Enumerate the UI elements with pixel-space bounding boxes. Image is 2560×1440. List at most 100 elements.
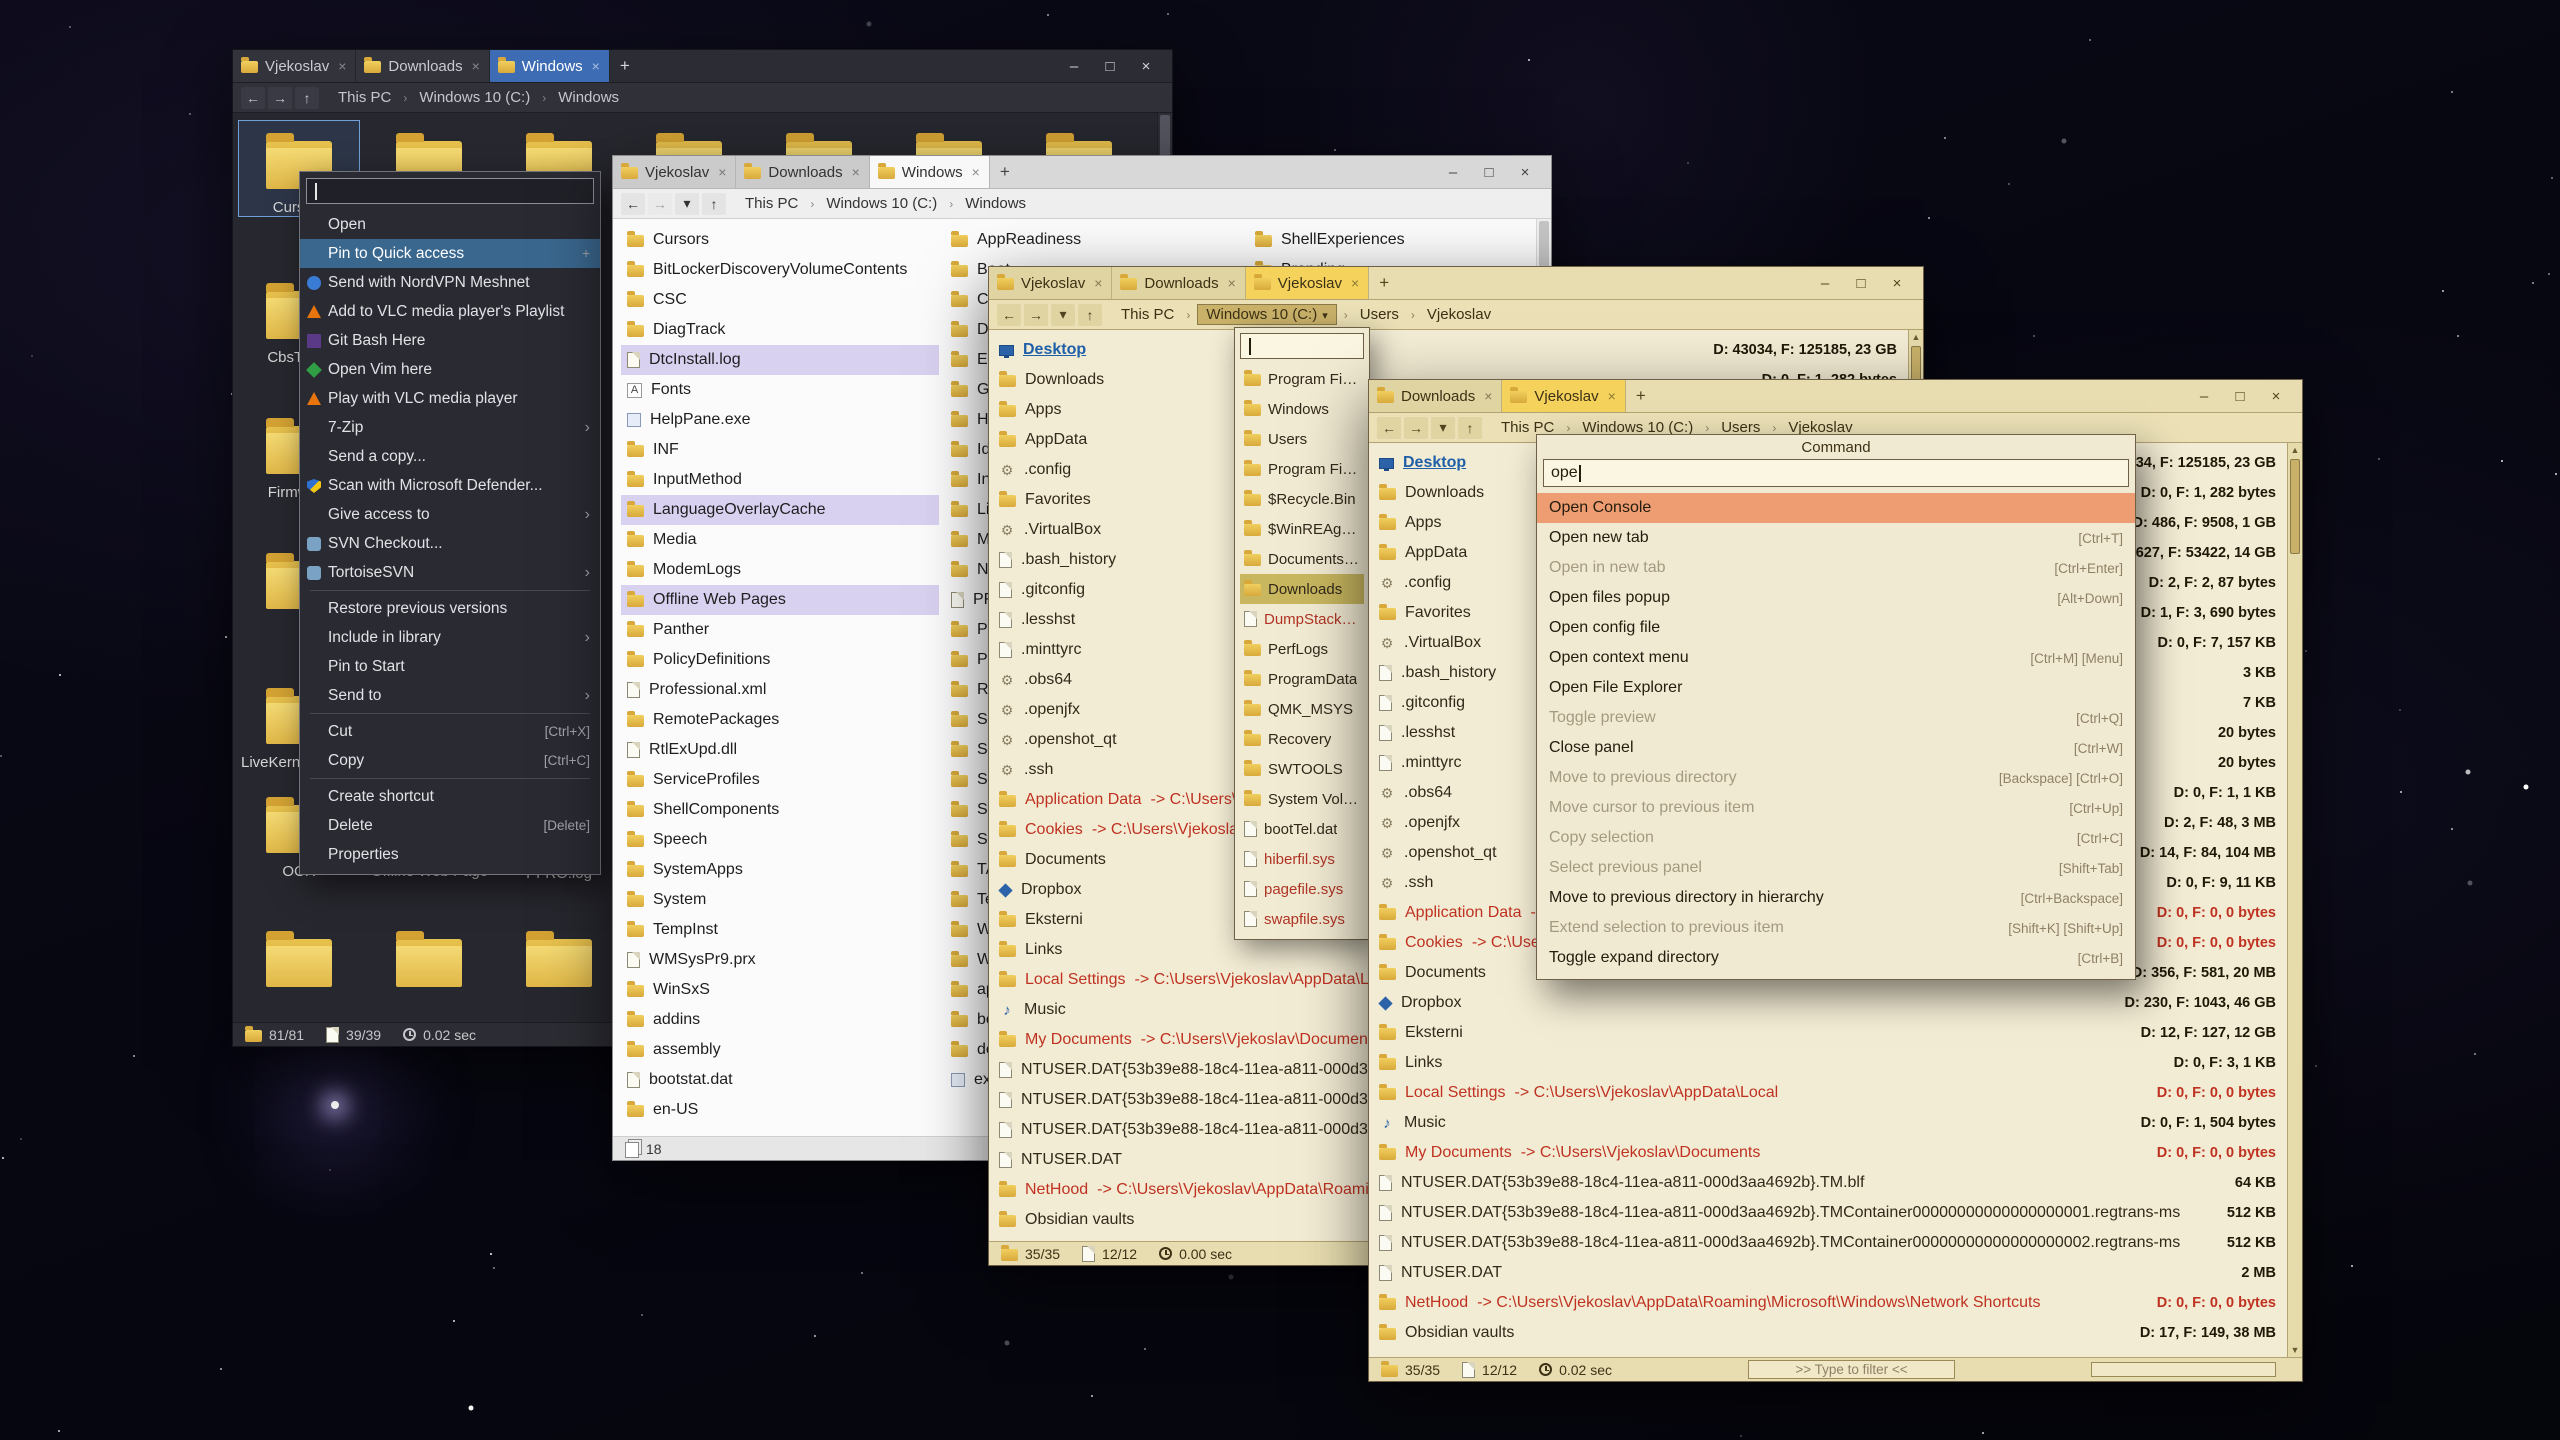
tab-close-icon[interactable]: ×: [1094, 275, 1102, 291]
maximize-button[interactable]: □: [1471, 164, 1507, 181]
maximize-button[interactable]: □: [1092, 58, 1128, 75]
dropdown-item-recycle-bin[interactable]: $Recycle.Bin: [1240, 484, 1364, 514]
command-move-to-previous-directory[interactable]: Move to previous directory[Backspace] [C…: [1537, 763, 2135, 793]
file-row-eksterni[interactable]: EksterniD: 12, F: 127, 12 GB: [1369, 1018, 2302, 1048]
file-row-my-documents[interactable]: My Documents -> C:\Users\Vjekoslav\Docum…: [1369, 1138, 2302, 1168]
minimize-button[interactable]: –: [2186, 388, 2222, 405]
file-row-remotepackages[interactable]: RemotePackages: [621, 705, 939, 735]
file-row-inf[interactable]: INF: [621, 435, 939, 465]
file-row-modemlogs[interactable]: ModemLogs: [621, 555, 939, 585]
tab-close-icon[interactable]: ×: [338, 58, 346, 74]
menu-item-tortoisesvn[interactable]: TortoiseSVN›: [300, 558, 600, 587]
dropdown-item-pagefile-sys[interactable]: pagefile.sys: [1240, 874, 1364, 904]
up-button[interactable]: ↑: [702, 193, 726, 215]
file-row-languageoverlaycache[interactable]: LanguageOverlayCache: [621, 495, 939, 525]
file-row-shellcomponents[interactable]: ShellComponents: [621, 795, 939, 825]
tab-vjekoslav[interactable]: Vjekoslav×: [613, 156, 736, 188]
dropdown-item-downloads[interactable]: Downloads: [1240, 574, 1364, 604]
tab-downloads[interactable]: Downloads×: [356, 50, 489, 82]
tab-close-icon[interactable]: ×: [592, 58, 600, 74]
menu-item-send-a-copy[interactable]: Send a copy...: [300, 442, 600, 471]
breadcrumb-windows[interactable]: Windows: [960, 193, 1031, 214]
file-row-ntuser-dat-53b39e88-18c4-11ea-a811-000d3aa4692b-tmcontainer00000000000000000002-regtrans-ms[interactable]: NTUSER.DAT{53b39e88-18c4-11ea-a811-000d3…: [1369, 1228, 2302, 1258]
titlebar-drag-area[interactable]: [1020, 156, 1435, 188]
file-row-appreadiness[interactable]: AppReadiness: [945, 225, 1245, 255]
menu-item-scan-with-microsoft-defender[interactable]: Scan with Microsoft Defender...: [300, 471, 600, 500]
tab-close-icon[interactable]: ×: [972, 164, 980, 180]
titlebar-drag-area[interactable]: [1399, 267, 1807, 299]
file-row-helppane-exe[interactable]: HelpPane.exe: [621, 405, 939, 435]
minimize-button[interactable]: –: [1056, 58, 1092, 75]
palette-input[interactable]: ope: [1543, 459, 2129, 487]
history-button[interactable]: ▾: [1431, 417, 1455, 439]
file-row-serviceprofiles[interactable]: ServiceProfiles: [621, 765, 939, 795]
dropdown-item-program-files-x86[interactable]: Program Files (x86): [1240, 454, 1364, 484]
breadcrumb-this-pc[interactable]: This PC: [333, 87, 396, 108]
file-row-links[interactable]: LinksD: 0, F: 3, 1 KB: [1369, 1048, 2302, 1078]
command-toggle-expand-directory[interactable]: Toggle expand directory[Ctrl+B]: [1537, 943, 2135, 973]
forward-button[interactable]: →: [1024, 304, 1048, 326]
menu-item-play-with-vlc-media-player[interactable]: Play with VLC media player: [300, 384, 600, 413]
new-tab-button[interactable]: +: [1369, 267, 1399, 299]
tab-close-icon[interactable]: ×: [718, 164, 726, 180]
forward-button[interactable]: →: [268, 87, 292, 109]
menu-item-open-vim-here[interactable]: Open Vim here: [300, 355, 600, 384]
dropdown-item-winreagent[interactable]: $WinREAgent: [1240, 514, 1364, 544]
command-toggle-preview[interactable]: Toggle preview[Ctrl+Q]: [1537, 703, 2135, 733]
command-extend-selection-to-previous-item[interactable]: Extend selection to previous item[Shift+…: [1537, 913, 2135, 943]
breadcrumb-windows-10-c[interactable]: Windows 10 (C:): [821, 193, 942, 214]
grid-item-folder[interactable]: [239, 919, 359, 997]
titlebar-drag-area[interactable]: [640, 50, 1056, 82]
menu-item-add-to-vlc-media-player-s-playlist[interactable]: Add to VLC media player's Playlist: [300, 297, 600, 326]
titlebar-drag-area[interactable]: [1656, 380, 2186, 412]
scrollbar[interactable]: ▲ ▼: [2287, 443, 2302, 1357]
menu-item-pin-to-quick-access[interactable]: Pin to Quick access+: [300, 239, 600, 268]
dropdown-item-hiberfil-sys[interactable]: hiberfil.sys: [1240, 844, 1364, 874]
dropdown-filter-input[interactable]: [1240, 333, 1364, 359]
file-row-music[interactable]: ♪MusicD: 0, F: 1, 504 bytes: [1369, 1108, 2302, 1138]
command-open-in-new-tab[interactable]: Open in new tab[Ctrl+Enter]: [1537, 553, 2135, 583]
command-move-to-previous-directory-in-hierarchy[interactable]: Move to previous directory in hierarchy[…: [1537, 883, 2135, 913]
history-button[interactable]: ▾: [1051, 304, 1075, 326]
file-row-shellexperiences[interactable]: ShellExperiences: [1249, 225, 1549, 255]
history-button[interactable]: ▾: [675, 193, 699, 215]
menu-item-include-in-library[interactable]: Include in library›: [300, 623, 600, 652]
file-row-bootstat-dat[interactable]: bootstat.dat: [621, 1065, 939, 1095]
scrollbar-thumb[interactable]: [2290, 459, 2300, 554]
file-row-bitlockerdiscoveryvolumecontents[interactable]: BitLockerDiscoveryVolumeContents: [621, 255, 939, 285]
close-button[interactable]: ×: [1507, 164, 1543, 181]
breadcrumb-this-pc[interactable]: This PC: [740, 193, 803, 214]
scroll-down-icon[interactable]: ▼: [2288, 1343, 2302, 1357]
file-row-tempinst[interactable]: TempInst: [621, 915, 939, 945]
file-row-cursors[interactable]: Cursors: [621, 225, 939, 255]
command-open-config-file[interactable]: Open config file: [1537, 613, 2135, 643]
command-close-panel[interactable]: Close panel[Ctrl+W]: [1537, 733, 2135, 763]
scroll-up-icon[interactable]: ▲: [1909, 330, 1923, 344]
tab-windows[interactable]: Windows×: [490, 50, 610, 82]
file-row-systemapps[interactable]: SystemApps: [621, 855, 939, 885]
dropdown-item-swtools[interactable]: SWTOOLS: [1240, 754, 1364, 784]
file-row-en-us[interactable]: en-US: [621, 1095, 939, 1125]
back-button[interactable]: ←: [1377, 417, 1401, 439]
command-open-context-menu[interactable]: Open context menu[Ctrl+M] [Menu]: [1537, 643, 2135, 673]
dropdown-item-system-volume-information[interactable]: System Volume Information: [1240, 784, 1364, 814]
back-button[interactable]: ←: [997, 304, 1021, 326]
forward-button[interactable]: →: [648, 193, 672, 215]
menu-item-pin-to-start[interactable]: Pin to Start: [300, 652, 600, 681]
file-row-nethood[interactable]: NetHood -> C:\Users\Vjekoslav\AppData\Ro…: [1369, 1288, 2302, 1318]
file-row-policydefinitions[interactable]: PolicyDefinitions: [621, 645, 939, 675]
command-open-files-popup[interactable]: Open files popup[Alt+Down]: [1537, 583, 2135, 613]
file-row-dropbox[interactable]: DropboxD: 230, F: 1043, 46 GB: [1369, 988, 2302, 1018]
tab-downloads[interactable]: Downloads×: [1369, 380, 1502, 412]
file-row-wmsyspr9-prx[interactable]: WMSysPr9.prx: [621, 945, 939, 975]
file-row-assembly[interactable]: assembly: [621, 1035, 939, 1065]
breadcrumb-users[interactable]: Users: [1355, 304, 1404, 325]
new-tab-button[interactable]: +: [1626, 380, 1656, 412]
file-row-professional-xml[interactable]: Professional.xml: [621, 675, 939, 705]
command-copy-selection[interactable]: Copy selection[Ctrl+C]: [1537, 823, 2135, 853]
breadcrumb-vjekoslav[interactable]: Vjekoslav: [1422, 304, 1496, 325]
context-menu-filter-input[interactable]: [306, 178, 594, 204]
tab-close-icon[interactable]: ×: [1351, 275, 1359, 291]
up-button[interactable]: ↑: [1458, 417, 1482, 439]
command-open-new-tab[interactable]: Open new tab[Ctrl+T]: [1537, 523, 2135, 553]
